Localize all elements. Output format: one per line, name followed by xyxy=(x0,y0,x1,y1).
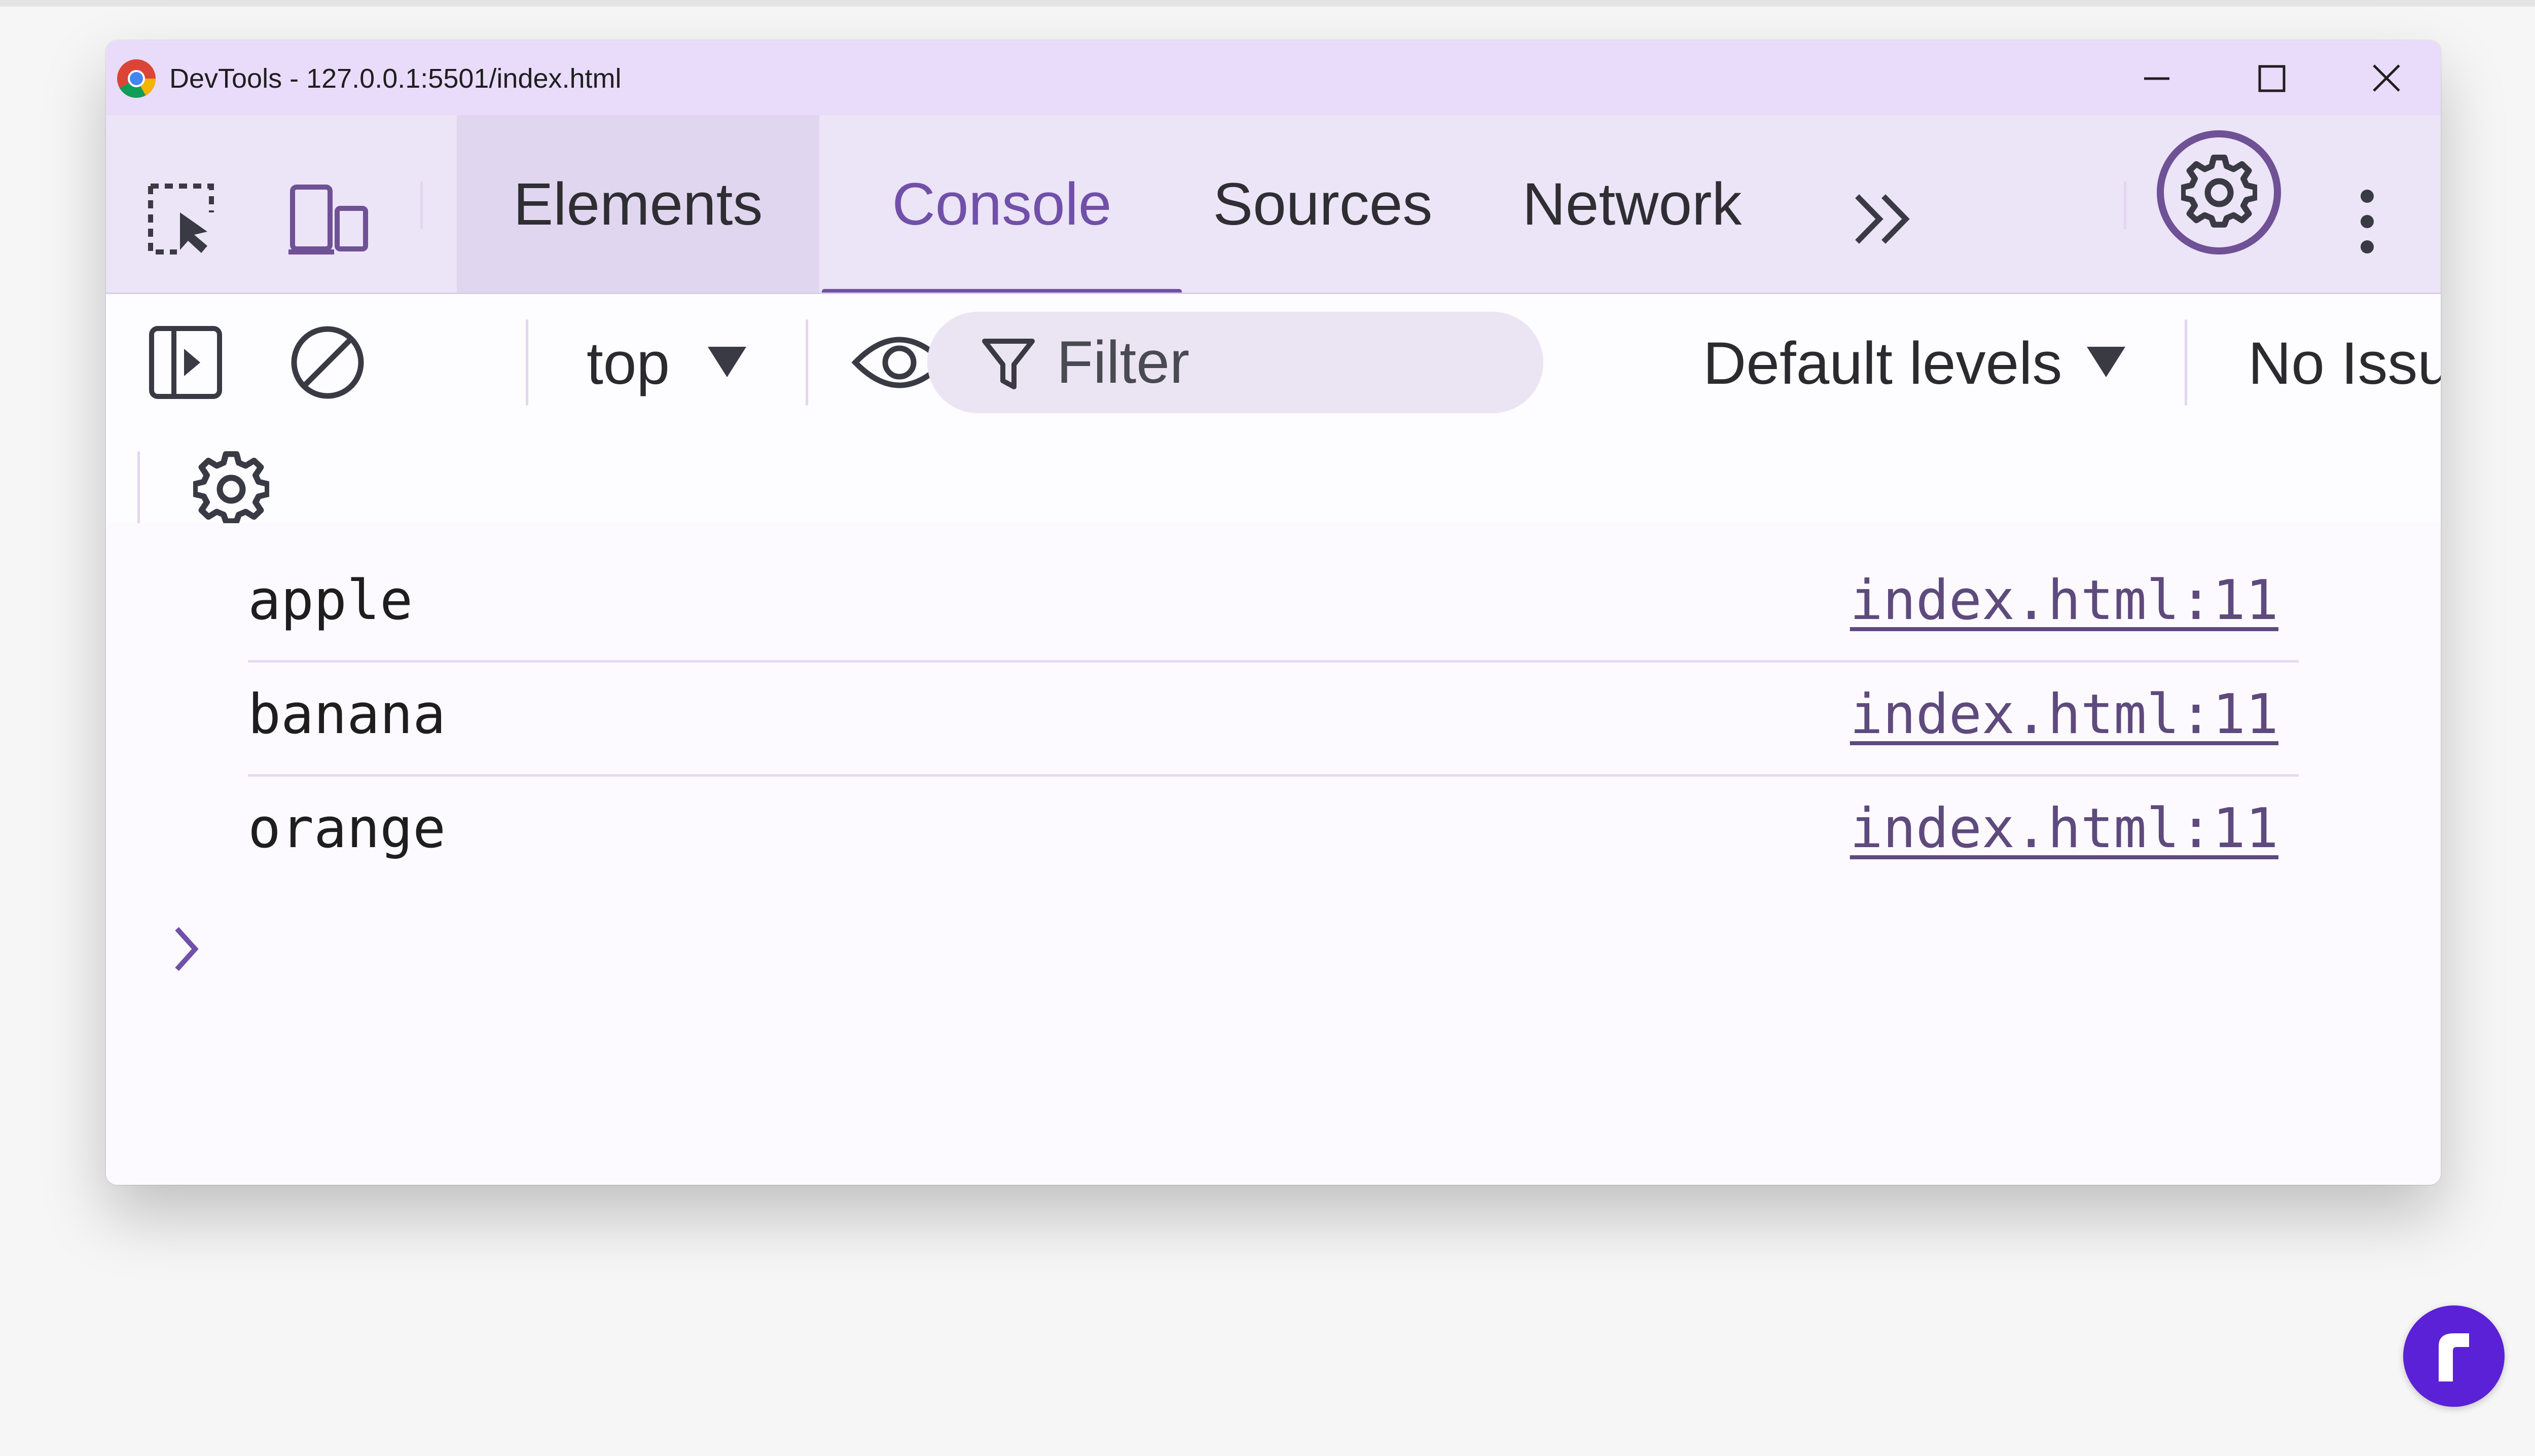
device-toolbar-icon[interactable] xyxy=(288,182,375,258)
filter-icon xyxy=(981,336,1036,392)
tab-sources[interactable]: Sources xyxy=(1196,115,1450,294)
filter-input[interactable]: Filter xyxy=(927,312,1543,413)
context-selector-label: top xyxy=(586,330,670,397)
show-sidebar-icon[interactable] xyxy=(148,324,224,401)
tab-console[interactable]: Console xyxy=(822,115,1182,294)
log-levels-label: Default levels xyxy=(1703,330,2062,397)
devtools-window: DevTools - 127.0.0.1:5501/index.html Ele… xyxy=(106,41,2441,1185)
gear-icon xyxy=(2181,154,2257,228)
console-message-text: banana xyxy=(248,683,446,746)
console-source-link[interactable]: index.html:11 xyxy=(1850,796,2278,862)
context-dropdown-arrow-icon xyxy=(707,345,747,380)
chevron-double-right-icon[interactable] xyxy=(1850,191,1916,247)
select-element-icon[interactable] xyxy=(147,182,228,258)
log-levels-dropdown[interactable]: Default levels xyxy=(1703,328,2062,399)
console-message-text: orange xyxy=(248,797,446,860)
levels-dropdown-arrow-icon xyxy=(2086,345,2126,380)
console-source-link[interactable]: index.html:11 xyxy=(1850,568,2278,634)
tab-bar-separator-right xyxy=(2124,181,2126,229)
tab-network-label: Network xyxy=(1522,171,1742,238)
console-message-row: banana index.html:11 xyxy=(248,662,2299,777)
tab-bar-separator xyxy=(420,181,423,229)
minimize-button[interactable] xyxy=(2129,56,2185,101)
toolbar-separator-5 xyxy=(137,451,140,527)
tab-elements[interactable]: Elements xyxy=(457,115,819,294)
console-settings-gear-icon[interactable] xyxy=(193,451,269,527)
devtools-tab-bar: Elements Console Sources Network xyxy=(106,115,2441,294)
filter-placeholder: Filter xyxy=(1057,329,1190,396)
brand-logo-icon xyxy=(2403,1305,2505,1407)
tab-sources-label: Sources xyxy=(1213,171,1433,238)
screen-top-edge xyxy=(0,0,2535,7)
window-title: DevTools - 127.0.0.1:5501/index.html xyxy=(169,63,622,94)
clear-console-icon[interactable] xyxy=(289,324,366,401)
console-toolbar: top Filter Default levels No Issu xyxy=(106,294,2441,777)
settings-button[interactable] xyxy=(2157,130,2281,254)
console-source-link[interactable]: index.html:11 xyxy=(1850,682,2278,748)
toolbar-separator-4 xyxy=(2185,319,2187,406)
issues-label: No Issues xyxy=(2248,330,2441,397)
prompt-chevron-icon xyxy=(175,927,199,971)
console-message-text: apple xyxy=(248,569,413,632)
chrome-logo-icon xyxy=(117,59,156,98)
tab-network[interactable]: Network xyxy=(1515,115,1749,294)
console-prompt[interactable] xyxy=(167,919,207,979)
console-message-row: orange index.html:11 xyxy=(248,776,2299,888)
issues-counter[interactable]: No Issues xyxy=(2248,328,2441,399)
console-message-row: apple index.html:11 xyxy=(248,548,2299,663)
tab-elements-label: Elements xyxy=(513,171,763,238)
close-window-button[interactable] xyxy=(2359,56,2414,101)
maximize-button[interactable] xyxy=(2244,56,2300,101)
tab-console-label: Console xyxy=(892,171,1112,238)
toolbar-separator-2 xyxy=(806,319,808,406)
title-bar: DevTools - 127.0.0.1:5501/index.html xyxy=(106,41,2441,115)
kebab-menu-icon[interactable] xyxy=(2352,186,2382,257)
console-messages: apple index.html:11 banana index.html:11… xyxy=(106,523,2441,1185)
